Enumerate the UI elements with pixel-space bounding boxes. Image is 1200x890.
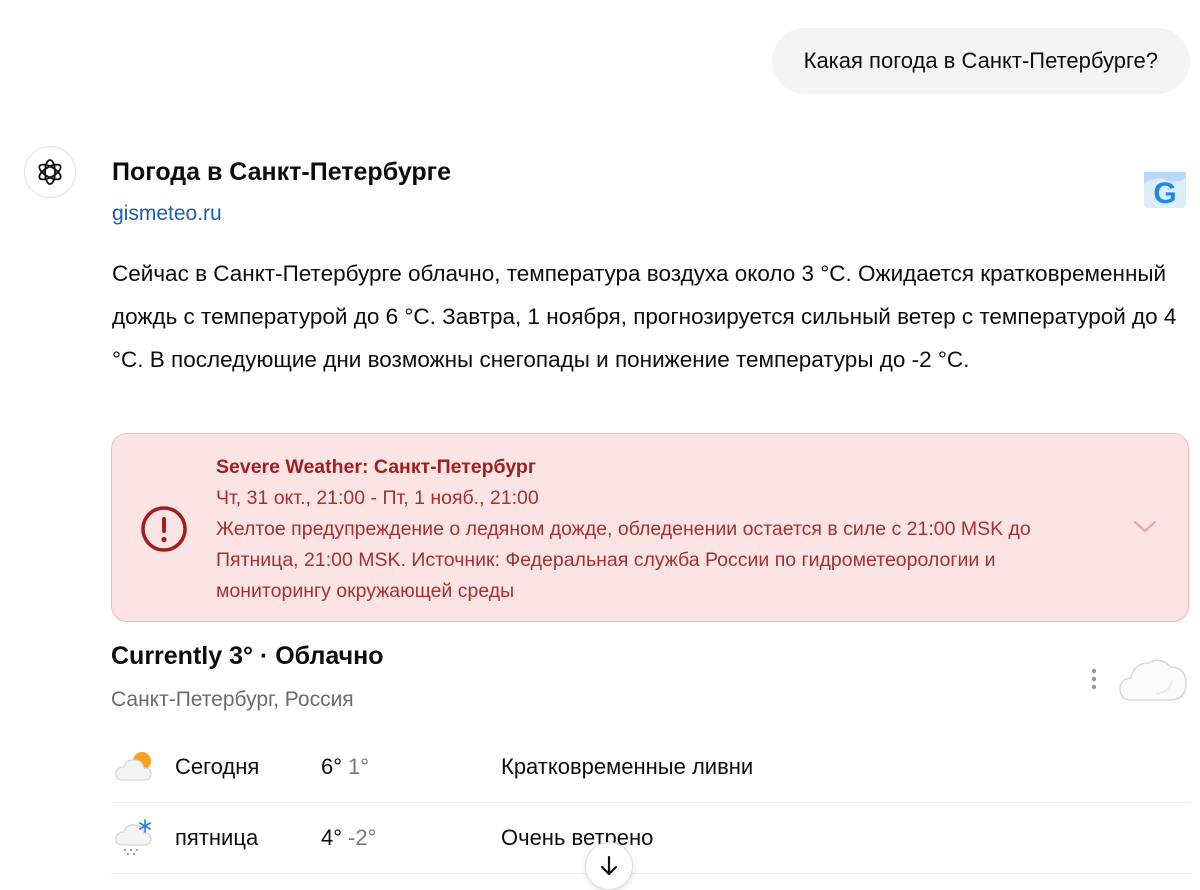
cloud-icon	[1119, 659, 1187, 701]
forecast-temperatures: 4° -2°	[321, 825, 376, 851]
svg-text:G: G	[1153, 177, 1176, 208]
alert-time-range: Чт, 31 окт., 21:00 - Пт, 1 нояб., 21:00	[216, 487, 539, 509]
snow-cloud-icon	[115, 819, 152, 856]
alert-title: Severe Weather: Санкт-Петербург	[216, 456, 536, 478]
exclamation-circle-icon	[141, 506, 187, 552]
forecast-low-temp: -2°	[348, 825, 377, 850]
forecast-high-temp: 6°	[321, 754, 343, 779]
alert-description: Желтое предупреждение о ледяном дожде, о…	[216, 518, 1031, 602]
forecast-day: Сегодня	[175, 754, 260, 779]
scroll-to-bottom-button[interactable]	[585, 842, 633, 890]
forecast-description: Очень ветрено	[501, 825, 654, 850]
gismeteo-favicon-icon[interactable]: G	[1144, 172, 1186, 208]
forecast-row-friday: пятница 4° -2° Очень ветрено	[111, 803, 1191, 874]
forecast-row-today: Сегодня 6° 1° Кратковременные ливни	[111, 732, 1191, 803]
forecast-day: пятница	[175, 825, 259, 850]
source-link[interactable]: gismeteo.ru	[112, 202, 222, 226]
more-options-icon[interactable]	[1084, 666, 1104, 694]
arrow-down-icon	[600, 855, 618, 876]
source-title[interactable]: Погода в Санкт-Петербурге	[112, 158, 451, 187]
assistant-avatar	[24, 146, 76, 198]
partly-sunny-cloud-icon	[115, 752, 152, 781]
severe-weather-alert[interactable]: Severe Weather: Санкт-Петербург Чт, 31 о…	[111, 433, 1189, 622]
forecast-temperatures: 6° 1°	[321, 754, 369, 780]
weather-location: Санкт-Петербург, Россия	[111, 688, 354, 711]
forecast-low-temp: 1°	[348, 754, 370, 779]
answer-paragraph: Сейчас в Санкт-Петербурге облачно, темпе…	[112, 261, 1177, 372]
user-message-bubble: Какая погода в Санкт-Петербурге?	[771, 28, 1190, 94]
user-message-text: Какая погода в Санкт-Петербурге?	[803, 48, 1158, 73]
current-weather-headline: Currently 3° · Облачно	[111, 642, 384, 670]
openai-logo-icon	[38, 159, 62, 185]
chevron-down-icon[interactable]	[1132, 516, 1158, 536]
forecast-high-temp: 4°	[321, 825, 343, 850]
forecast-description: Кратковременные ливни	[501, 754, 754, 779]
